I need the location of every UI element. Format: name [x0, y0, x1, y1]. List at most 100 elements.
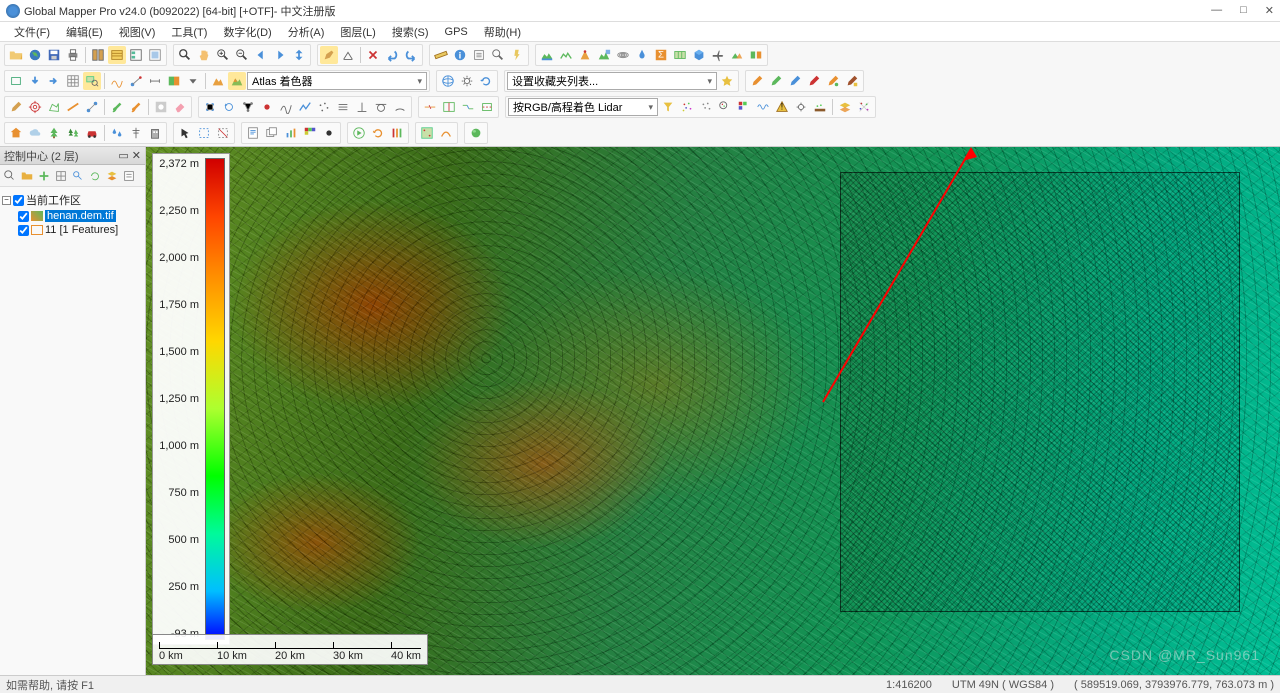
polygon-cut-icon[interactable]: [478, 98, 496, 116]
menu-gps[interactable]: GPS: [439, 24, 474, 40]
building-icon[interactable]: [146, 124, 164, 142]
full-extents-icon[interactable]: [290, 46, 308, 64]
fly-icon[interactable]: [709, 46, 727, 64]
target-icon[interactable]: [26, 98, 44, 116]
terrain-water-icon[interactable]: [538, 46, 556, 64]
draw-pen3-icon[interactable]: [786, 72, 804, 90]
lidar-classify-icon[interactable]: [735, 98, 753, 116]
arc-icon[interactable]: [391, 98, 409, 116]
tree-root[interactable]: − 当前工作区: [2, 191, 143, 209]
sb-props-icon[interactable]: [121, 168, 137, 184]
close-button[interactable]: ✕: [1265, 4, 1274, 17]
menu-search[interactable]: 搜索(S): [386, 22, 435, 42]
favorites-combo[interactable]: 设置收藏夹列表...: [507, 72, 717, 90]
map-catalog-icon[interactable]: [671, 46, 689, 64]
control-center-icon[interactable]: [127, 46, 145, 64]
globe-icon[interactable]: [26, 46, 44, 64]
point-icon[interactable]: [258, 98, 276, 116]
sb-layers-icon[interactable]: [104, 168, 120, 184]
tree-collapse-icon[interactable]: −: [2, 196, 11, 205]
sb-grid-icon[interactable]: [53, 168, 69, 184]
viewshed-icon[interactable]: [576, 46, 594, 64]
swipe-icon[interactable]: [165, 72, 183, 90]
menu-layers[interactable]: 图层(L): [334, 22, 381, 42]
lidar-noise-icon[interactable]: [855, 98, 873, 116]
los-icon[interactable]: [127, 72, 145, 90]
shader-mountain-icon[interactable]: [209, 72, 227, 90]
deselect-icon[interactable]: [214, 124, 232, 142]
lidar-points2-icon[interactable]: [697, 98, 715, 116]
menu-file[interactable]: 文件(F): [8, 22, 56, 42]
save-icon[interactable]: [45, 46, 63, 64]
watershed-icon[interactable]: [633, 46, 651, 64]
play-icon[interactable]: [350, 124, 368, 142]
lidar-combo[interactable]: 按RGB/高程着色 Lidar: [508, 98, 658, 116]
star-icon[interactable]: [718, 72, 736, 90]
join-lines-icon[interactable]: [459, 98, 477, 116]
print-icon[interactable]: [64, 46, 82, 64]
tree-item-1[interactable]: 11 [1 Features]: [2, 223, 143, 237]
shader-combo[interactable]: Atlas 着色器: [247, 72, 427, 90]
brush-green-icon[interactable]: [108, 98, 126, 116]
contour-3d-icon[interactable]: [595, 46, 613, 64]
draw-pen2-icon[interactable]: [767, 72, 785, 90]
undo-icon[interactable]: [383, 46, 401, 64]
select-delete-icon[interactable]: [364, 46, 382, 64]
grid-setup-icon[interactable]: [64, 72, 82, 90]
mask-icon[interactable]: [152, 98, 170, 116]
chart-bars-icon[interactable]: [282, 124, 300, 142]
car-icon[interactable]: [83, 124, 101, 142]
layer-options-icon[interactable]: [108, 46, 126, 64]
sphere-icon[interactable]: [467, 124, 485, 142]
edit-poly-icon[interactable]: [45, 98, 63, 116]
cogo-icon[interactable]: [339, 46, 357, 64]
rotate-icon[interactable]: [220, 98, 238, 116]
menu-help[interactable]: 帮助(H): [478, 22, 527, 42]
tangent-icon[interactable]: [372, 98, 390, 116]
minimize-button[interactable]: —: [1211, 4, 1222, 17]
menu-analysis[interactable]: 分析(A): [282, 22, 331, 42]
tree-icon[interactable]: [45, 124, 63, 142]
lidar-zoom-icon[interactable]: [716, 98, 734, 116]
menu-view[interactable]: 视图(V): [113, 22, 162, 42]
perpendicular-icon[interactable]: [353, 98, 371, 116]
select-features-icon[interactable]: [176, 124, 194, 142]
tree-item-0-checkbox[interactable]: [18, 211, 29, 222]
move-points-icon[interactable]: [201, 98, 219, 116]
brush-orange-icon[interactable]: [127, 98, 145, 116]
power-cross-icon[interactable]: [127, 124, 145, 142]
anim-refresh-icon[interactable]: [369, 124, 387, 142]
edit-line-icon[interactable]: [64, 98, 82, 116]
select-all-icon[interactable]: [195, 124, 213, 142]
tree-item-0[interactable]: henan.dem.tif: [2, 209, 143, 223]
edit-vertex-icon[interactable]: [83, 98, 101, 116]
search-icon[interactable]: [489, 46, 507, 64]
contour-icon[interactable]: [614, 46, 632, 64]
zoom-next-icon[interactable]: [271, 46, 289, 64]
layer-stack-icon[interactable]: [836, 98, 854, 116]
zoom-in-icon[interactable]: [214, 46, 232, 64]
pathprofile-icon[interactable]: [108, 72, 126, 90]
online-sources-icon[interactable]: [439, 72, 457, 90]
compare-icon[interactable]: [747, 46, 765, 64]
color-swatch-icon[interactable]: [301, 124, 319, 142]
sb-search-icon[interactable]: [70, 168, 86, 184]
menu-digitize[interactable]: 数字化(D): [217, 22, 277, 42]
eraser-icon[interactable]: [171, 98, 189, 116]
polyline-icon[interactable]: [296, 98, 314, 116]
map-zoom-icon[interactable]: [83, 72, 101, 90]
sb-zoom-icon[interactable]: [2, 168, 18, 184]
script-icon[interactable]: [244, 124, 262, 142]
sb-folder-icon[interactable]: [19, 168, 35, 184]
draw-pen4-icon[interactable]: [805, 72, 823, 90]
create-rect-icon[interactable]: [7, 72, 25, 90]
draw-pen1-icon[interactable]: [748, 72, 766, 90]
network-icon[interactable]: [239, 98, 257, 116]
lidar-filter-icon[interactable]: [659, 98, 677, 116]
raster-calc-icon[interactable]: Σ: [652, 46, 670, 64]
arrow-down-icon[interactable]: [26, 72, 44, 90]
3d-view-icon[interactable]: [690, 46, 708, 64]
redo-icon[interactable]: [402, 46, 420, 64]
lidar-wave-icon[interactable]: [754, 98, 772, 116]
cloud-icon[interactable]: [26, 124, 44, 142]
